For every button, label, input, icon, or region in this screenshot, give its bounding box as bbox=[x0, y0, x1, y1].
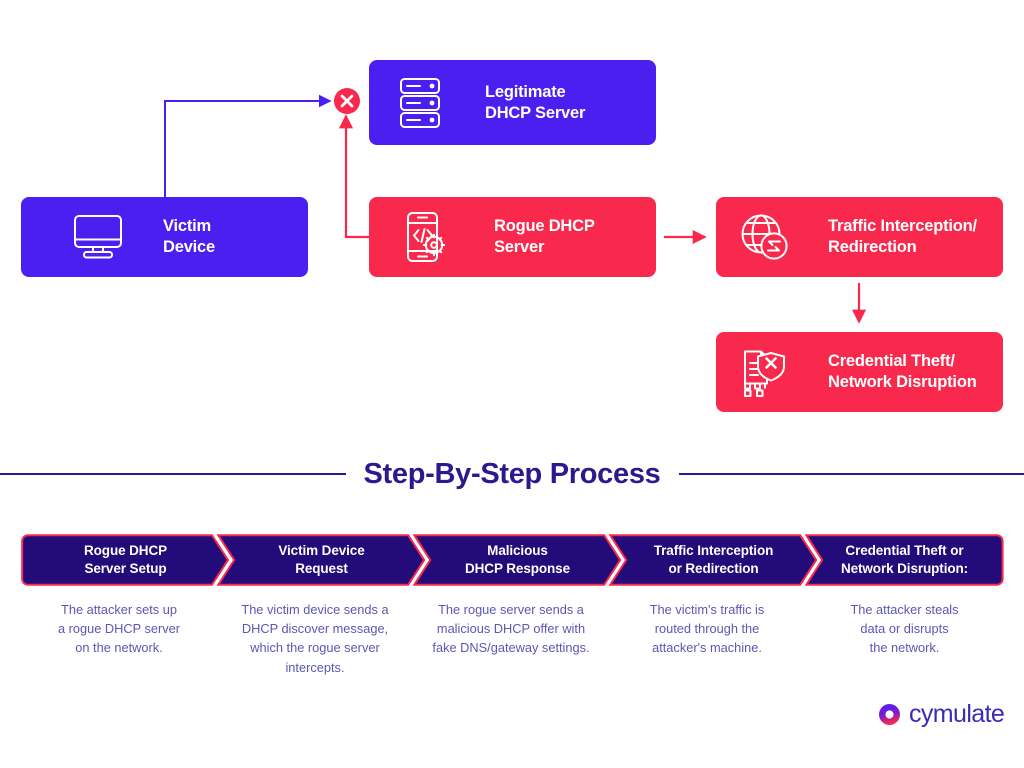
section-heading-row: Step-By-Step Process bbox=[0, 452, 1024, 496]
desktop-monitor-icon bbox=[71, 213, 125, 261]
node-victim-device[interactable]: Victim Device bbox=[21, 197, 308, 277]
node-label: Legitimate DHCP Server bbox=[485, 82, 586, 122]
connector-rogue-to-blocked bbox=[338, 114, 370, 239]
step-description: The rogue server sends a malicious DHCP … bbox=[432, 602, 590, 656]
node-rogue-dhcp-server[interactable]: Rogue DHCP Server bbox=[369, 197, 656, 277]
step-chevron-4[interactable]: Traffic Interception or Redirection bbox=[609, 534, 818, 586]
server-stack-icon bbox=[397, 75, 443, 131]
step-chevron-3[interactable]: Malicious DHCP Response bbox=[413, 534, 622, 586]
heading-rule-left bbox=[0, 473, 346, 475]
step-title: Traffic Interception or Redirection bbox=[653, 543, 774, 576]
step-description: The attacker steals data or disrupts the… bbox=[850, 602, 959, 656]
node-traffic-interception[interactable]: Traffic Interception/ Redirection bbox=[716, 197, 1003, 277]
circle-x-icon bbox=[334, 88, 360, 114]
node-label: Rogue DHCP Server bbox=[494, 217, 595, 256]
cymulate-logo[interactable]: cymulate bbox=[877, 700, 1005, 729]
step-description: The victim's traffic is routed through t… bbox=[649, 602, 765, 656]
step-title: Credential Theft or Network Disruption: bbox=[840, 543, 969, 576]
heading-rule-right bbox=[678, 473, 1024, 475]
step-description: The victim device sends a DHCP discover … bbox=[241, 602, 389, 675]
node-label: Victim Device bbox=[163, 217, 216, 256]
step-title: Victim Device Request bbox=[278, 543, 365, 576]
step-title: Malicious DHCP Response bbox=[465, 543, 570, 576]
document-shield-x-icon bbox=[738, 345, 792, 399]
step-chevron-5[interactable]: Credential Theft or Network Disruption: bbox=[805, 534, 1004, 586]
infographic-canvas: Legitimate DHCP Server Victim Device Rog… bbox=[0, 0, 1024, 768]
connector-victim-to-legitimate bbox=[164, 94, 332, 197]
logo-wordmark: cymulate bbox=[909, 700, 1005, 728]
page-title: Step-By-Step Process bbox=[363, 457, 661, 490]
mobile-code-gear-icon bbox=[402, 210, 452, 264]
cymulate-ring-icon bbox=[877, 702, 902, 727]
node-label: Traffic Interception/ Redirection bbox=[828, 217, 977, 256]
step-title: Rogue DHCP Server Setup bbox=[84, 543, 167, 576]
node-legitimate-dhcp-server[interactable]: Legitimate DHCP Server bbox=[369, 60, 656, 145]
node-label: Credential Theft/ Network Disruption bbox=[828, 352, 977, 391]
globe-redirect-icon bbox=[738, 211, 792, 263]
step-description: The attacker sets up a rogue DHCP server… bbox=[57, 602, 181, 656]
node-credential-theft[interactable]: Credential Theft/ Network Disruption bbox=[716, 332, 1003, 412]
step-chevron-2[interactable]: Victim Device Request bbox=[217, 534, 426, 586]
step-description-row: The attacker sets up a rogue DHCP server… bbox=[21, 600, 1004, 677]
step-chevron-1[interactable]: Rogue DHCP Server Setup bbox=[21, 534, 230, 586]
step-chevron-row: Rogue DHCP Server Setup Victim Device Re… bbox=[21, 534, 1004, 586]
